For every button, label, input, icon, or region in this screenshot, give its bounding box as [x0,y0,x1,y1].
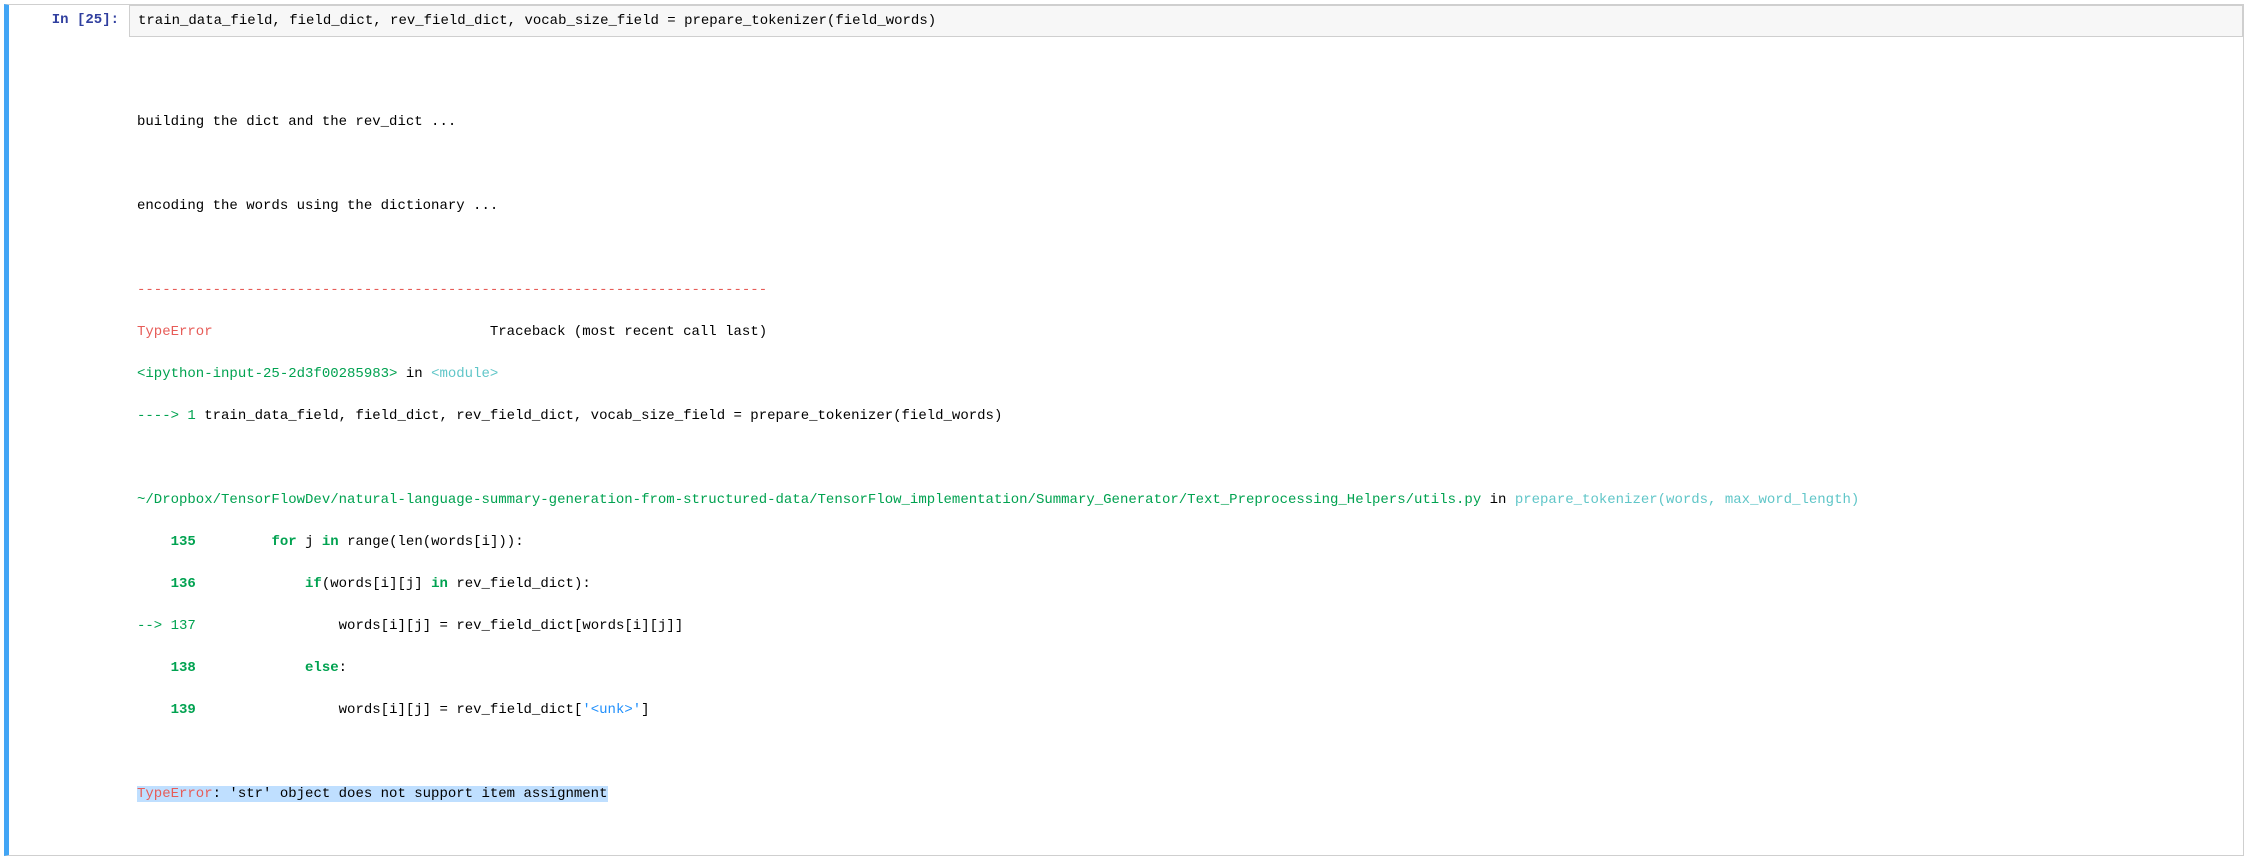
output-area: building the dict and the rev_dict ... e… [129,37,2243,855]
traceback-file-line: ~/Dropbox/TensorFlowDev/natural-language… [137,490,2235,511]
function-signature: prepare_tokenizer(words, max_word_length… [1515,492,1859,508]
traceback-arrow: ----> 1 [137,408,196,424]
code-input-area[interactable]: train_data_field, field_dict, rev_field_… [129,5,2243,37]
execution-prompt: In [25]: [52,12,119,28]
ipython-input-ref: <ipython-input-25-2d3f00285983> [137,366,397,382]
source-line-135: 135 for j in range(len(words[i])): [137,532,2235,553]
error-name: TypeError [137,324,213,340]
source-line-138: 138 else: [137,658,2235,679]
source-line-137: --> 137 words[i][j] = rev_field_dict[wor… [137,616,2235,637]
notebook-cell: In [25]: train_data_field, field_dict, r… [4,4,2244,856]
error-message: : 'str' object does not support item ass… [213,786,608,802]
traceback-separator: ----------------------------------------… [137,282,767,298]
module-tag: <module> [431,366,498,382]
prompt-column: In [25]: [9,5,129,855]
file-path: ~/Dropbox/TensorFlowDev/natural-language… [137,492,1481,508]
code-line: train_data_field, field_dict, rev_field_… [138,13,2234,29]
in-word: in [397,366,431,382]
error-name: TypeError [137,786,213,802]
cell-main: train_data_field, field_dict, rev_field_… [129,5,2243,855]
error-summary: TypeError: 'str' object does not support… [137,784,2235,805]
traceback-header: Traceback (most recent call last) [213,324,768,340]
stdout-line: encoding the words using the dictionary … [137,196,2235,217]
traceback-code: train_data_field, field_dict, rev_field_… [196,408,1003,424]
source-line-139: 139 words[i][j] = rev_field_dict['<unk>'… [137,700,2235,721]
source-line-136: 136 if(words[i][j] in rev_field_dict): [137,574,2235,595]
stdout-line: building the dict and the rev_dict ... [137,112,2235,133]
